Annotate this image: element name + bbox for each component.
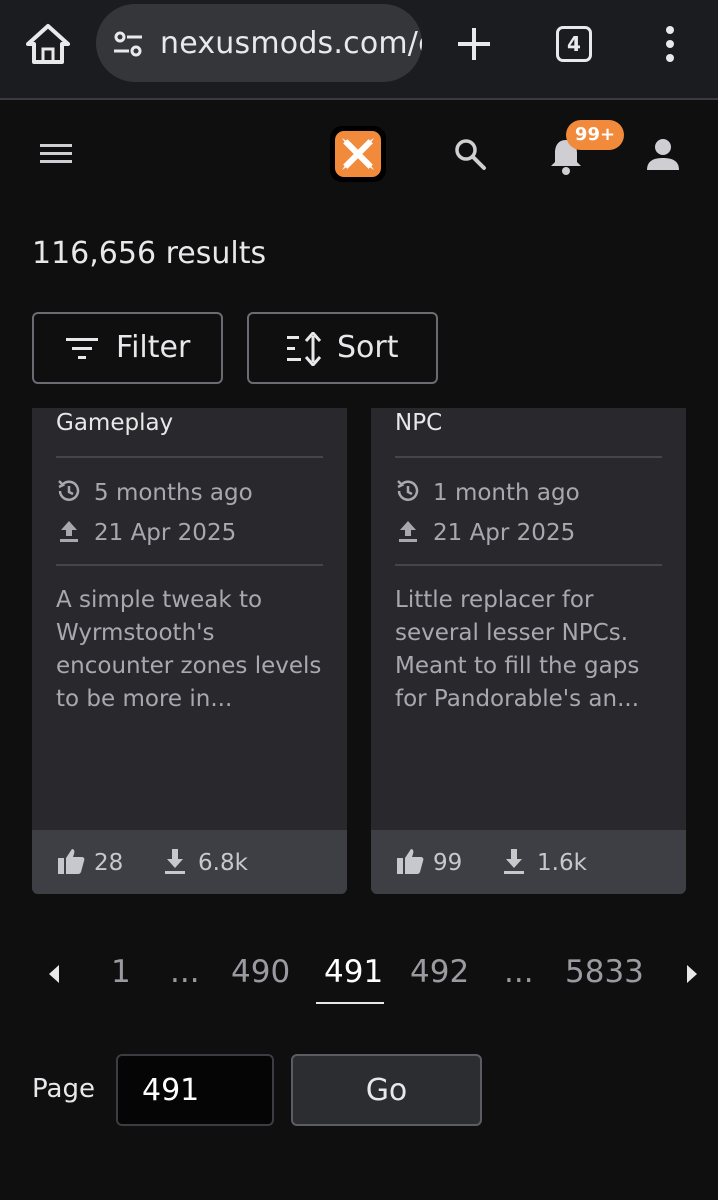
site-settings-icon[interactable] (112, 28, 144, 60)
divider (56, 456, 323, 458)
divider (56, 564, 323, 566)
download-count: 1.6k (537, 850, 587, 876)
uploaded-date: 21 Apr 2025 (94, 520, 237, 546)
divider (395, 564, 662, 566)
updated-row: 1 month ago (395, 478, 580, 506)
nexusmods-logo[interactable] (328, 124, 388, 184)
updated-text: 5 months ago (94, 480, 253, 506)
results-count: 116,656 results (32, 236, 267, 271)
downloads-stat: 6.8k (160, 846, 248, 876)
sort-button[interactable]: Sort (247, 312, 438, 384)
mod-category[interactable]: NPC (395, 410, 442, 436)
home-icon[interactable] (24, 22, 72, 66)
mod-stats: 99 1.6k (371, 830, 686, 894)
page-link-next[interactable]: 492 (410, 954, 469, 990)
uploaded-row: 21 Apr 2025 (395, 518, 575, 546)
download-icon (165, 849, 185, 874)
uploaded-date: 21 Apr 2025 (433, 520, 576, 546)
page-link-prev[interactable]: 490 (231, 954, 290, 990)
divider (395, 456, 662, 458)
sort-icon (287, 332, 322, 366)
more-menu-icon[interactable] (658, 24, 682, 64)
page-ellipsis: ... (504, 954, 534, 990)
mod-description: Little replacer for several lesser NPCs.… (395, 587, 640, 712)
mod-category[interactable]: Gameplay (56, 410, 173, 436)
hamburger-menu-icon[interactable] (36, 138, 76, 170)
search-icon[interactable] (452, 136, 488, 172)
mod-card[interactable]: NPC 1 month ago 21 Apr 2025 Little repla… (371, 408, 686, 894)
download-count: 6.8k (198, 850, 248, 876)
user-account-icon[interactable] (644, 136, 682, 174)
downloads-stat: 1.6k (499, 846, 587, 876)
endorsement-count: 99 (433, 850, 463, 876)
updated-clock-icon (397, 480, 419, 501)
upload-icon (399, 521, 417, 542)
page-link-first[interactable]: 1 (111, 954, 131, 990)
endorsements-stat: 28 (56, 846, 123, 876)
endorsements-stat: 99 (395, 846, 462, 876)
page-link-last[interactable]: 5833 (565, 954, 644, 990)
endorsement-count: 28 (94, 850, 124, 876)
filter-icon (66, 338, 98, 359)
updated-row: 5 months ago (56, 478, 253, 506)
mod-stats: 28 6.8k (32, 830, 347, 894)
browser-toolbar: nexusmods.com/g 4 (0, 0, 718, 100)
go-button[interactable]: Go (291, 1054, 482, 1126)
address-bar[interactable]: nexusmods.com/g (96, 4, 422, 82)
notification-count-badge: 99+ (566, 120, 624, 150)
page-jump-label: Page (32, 1074, 95, 1104)
download-icon (504, 849, 524, 874)
new-tab-icon[interactable] (456, 26, 492, 62)
url-text[interactable]: nexusmods.com/g (160, 26, 422, 61)
updated-clock-icon (58, 480, 80, 501)
sort-label: Sort (337, 330, 399, 365)
page-ellipsis: ... (170, 954, 200, 990)
tab-switcher-button[interactable]: 4 (556, 26, 592, 62)
next-page-arrow-icon[interactable] (684, 962, 700, 986)
thumbs-up-icon (397, 849, 424, 874)
updated-text: 1 month ago (433, 480, 580, 506)
filter-button[interactable]: Filter (32, 312, 223, 384)
filter-label: Filter (116, 330, 191, 365)
prev-page-arrow-icon[interactable] (46, 962, 62, 986)
upload-icon (60, 521, 78, 542)
current-page-underline (316, 1002, 384, 1004)
page-link-current[interactable]: 491 (324, 954, 383, 990)
thumbs-up-icon (58, 849, 85, 874)
mod-description: A simple tweak to Wyrmstooth's encounter… (56, 587, 322, 712)
page-number-input[interactable] (116, 1054, 274, 1126)
uploaded-row: 21 Apr 2025 (56, 518, 236, 546)
mod-card[interactable]: Gameplay 5 months ago 21 Apr 2025 A simp… (32, 408, 347, 894)
